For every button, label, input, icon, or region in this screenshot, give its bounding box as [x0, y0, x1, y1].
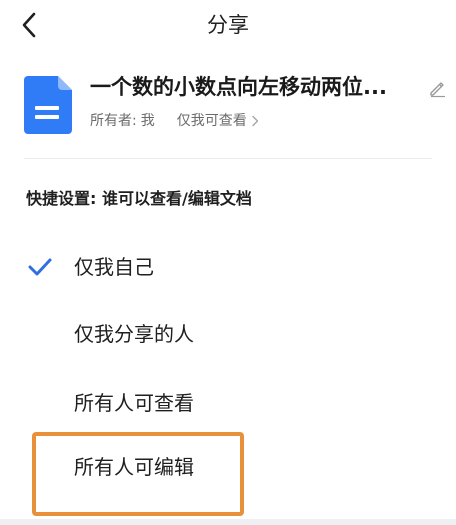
document-card: 一个数的小数点向左移动两位... 所有者: 我 仅我可查看 — [0, 62, 456, 154]
pencil-icon[interactable] — [428, 78, 448, 98]
option-label: 所有人可编辑 — [74, 455, 194, 479]
option-everyone-view[interactable]: 所有人可查看 — [0, 374, 456, 432]
divider — [24, 158, 432, 159]
permission-link[interactable]: 仅我可查看 — [177, 110, 259, 132]
option-shared-people[interactable]: 仅我分享的人 — [0, 305, 456, 363]
document-meta: 所有者: 我 仅我可查看 — [90, 110, 259, 132]
page-title: 分享 — [207, 13, 249, 37]
check-icon — [28, 258, 52, 276]
option-label: 所有人可查看 — [74, 391, 194, 415]
bottom-bar — [0, 519, 456, 525]
option-only-me[interactable]: 仅我自己 — [0, 238, 456, 296]
header: 分享 — [0, 0, 456, 52]
permission-label: 仅我可查看 — [176, 113, 247, 129]
doc-file-icon — [24, 76, 72, 134]
quick-settings-title: 快捷设置: 谁可以查看/编辑文档 — [26, 189, 252, 208]
option-label: 仅我自己 — [74, 255, 154, 279]
chevron-right-icon — [252, 115, 258, 127]
owner-name: 我 — [140, 113, 155, 129]
owner-label: 所有者: — [90, 113, 137, 129]
option-everyone-edit[interactable]: 所有人可编辑 — [0, 438, 456, 496]
document-title: 一个数的小数点向左移动两位... — [90, 75, 387, 99]
option-label: 仅我分享的人 — [74, 322, 194, 346]
